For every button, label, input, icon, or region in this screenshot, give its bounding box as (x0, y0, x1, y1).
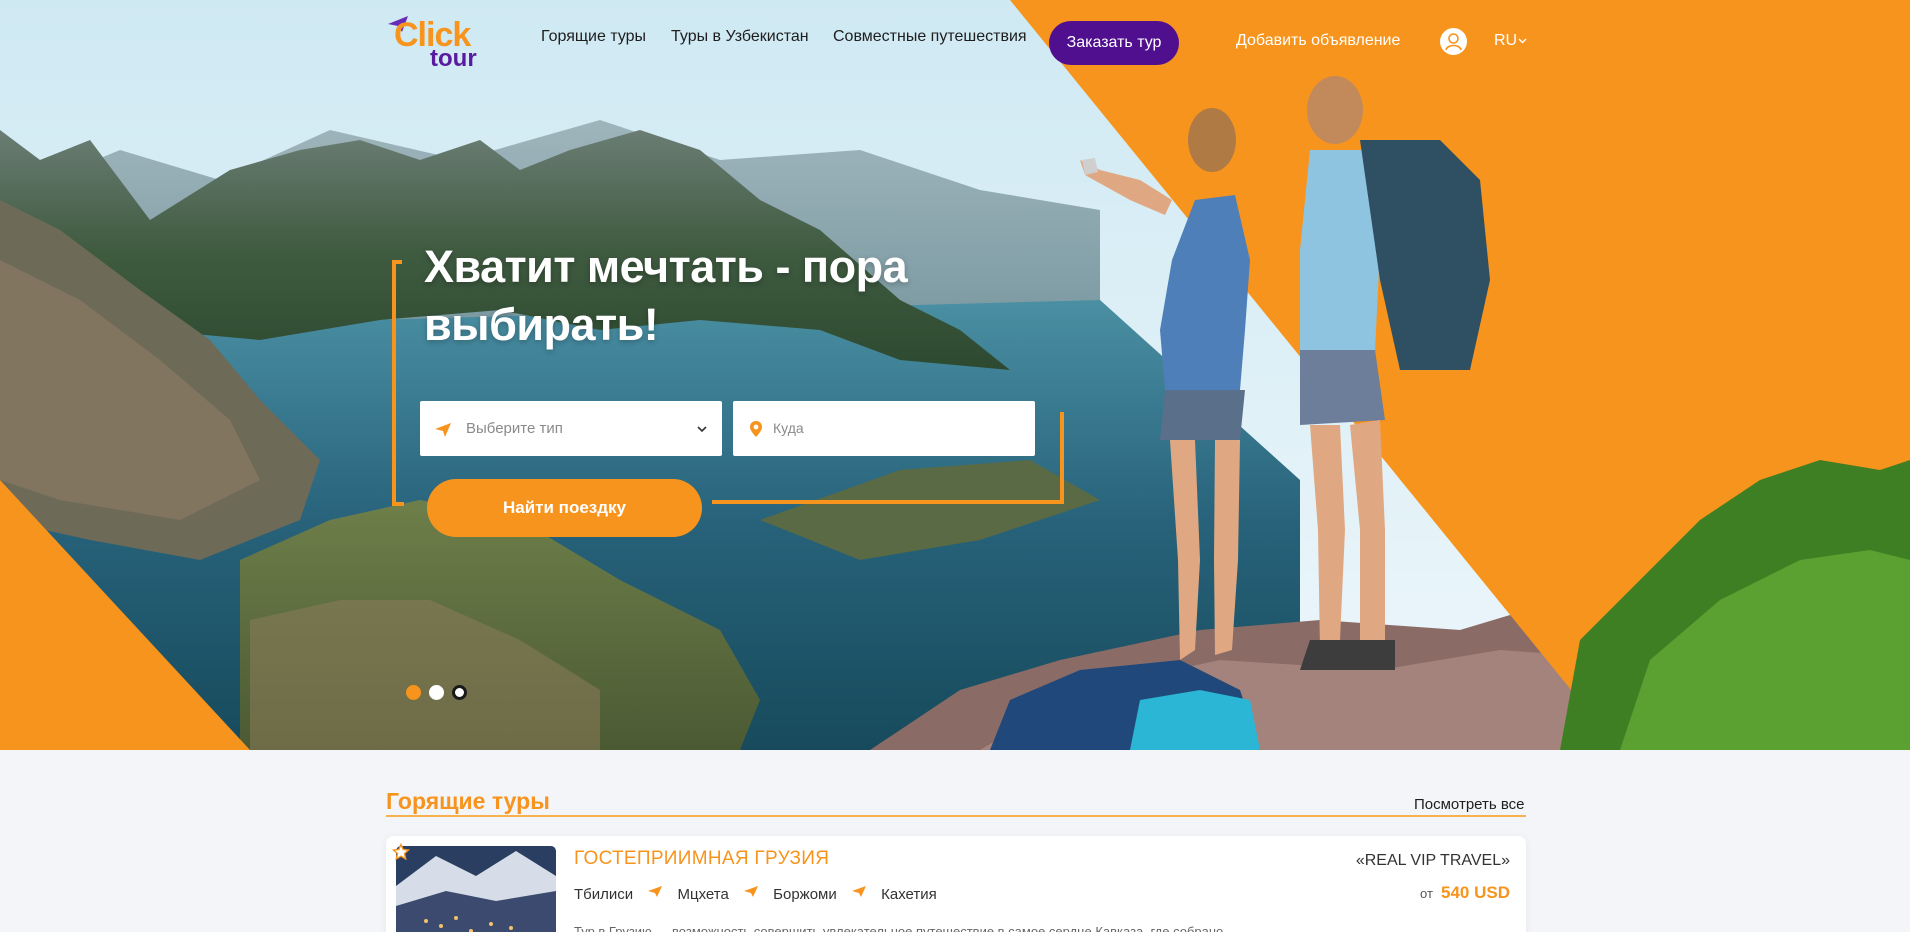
chevron-down-icon (697, 426, 707, 433)
hero-title: Хватит мечтать - пора выбирать! (424, 241, 908, 350)
favorite-star-icon[interactable] (392, 843, 410, 861)
plane-icon (648, 886, 663, 897)
see-all-link[interactable]: Посмотреть все (1414, 796, 1525, 813)
nav-hot-tours[interactable]: Горящие туры (541, 28, 646, 46)
section-divider (386, 815, 1526, 817)
hero-background-image (0, 0, 1910, 750)
order-tour-button[interactable]: Заказать тур (1049, 21, 1179, 65)
chevron-down-icon[interactable] (1518, 36, 1527, 45)
find-trip-button[interactable]: Найти поездку (427, 479, 702, 537)
tour-route: Тбилиси Мцхета Боржоми Кахетия (574, 884, 937, 903)
tour-description: Тур в Грузию — возможность совершить увл… (574, 924, 1224, 932)
logo-text-tour: tour (430, 45, 477, 72)
tour-title[interactable]: ГОСТЕПРИИМНАЯ ГРУЗИЯ (574, 848, 829, 870)
tour-type-select[interactable]: Выберите тип (420, 401, 722, 456)
destination-input[interactable]: Куда (733, 401, 1035, 456)
slider-dot-1[interactable] (406, 685, 421, 700)
nav-uzbekistan-tours[interactable]: Туры в Узбекистан (671, 28, 809, 46)
plane-icon (743, 886, 758, 897)
route-stop: Тбилиси (574, 885, 634, 903)
tour-type-placeholder: Выберите тип (466, 420, 563, 437)
hero-banner: Click tour Горящие туры Туры в Узбекиста… (0, 0, 1910, 750)
destination-placeholder: Куда (773, 420, 804, 436)
add-ad-link[interactable]: Добавить объявление (1236, 32, 1400, 50)
tour-image (396, 846, 556, 932)
plane-icon (851, 886, 866, 897)
user-account-icon[interactable] (1440, 28, 1467, 55)
price-prefix: от (1420, 886, 1433, 901)
route-stop: Кахетия (881, 885, 937, 903)
slider-dot-3[interactable] (452, 685, 467, 700)
nav-joint-travel[interactable]: Совместные путешествия (833, 28, 1027, 46)
route-stop: Мцхета (677, 885, 729, 903)
tour-card[interactable]: ГОСТЕПРИИМНАЯ ГРУЗИЯ Тбилиси Мцхета Борж… (386, 836, 1526, 932)
slider-dot-2[interactable] (429, 685, 444, 700)
plane-icon (435, 423, 451, 437)
tour-price: 540 USD (1441, 883, 1510, 902)
language-selector[interactable]: RU (1494, 32, 1517, 50)
tour-agency: «REAL VIP TRAVEL» (1355, 852, 1510, 869)
route-stop: Боржоми (773, 885, 837, 903)
hot-tours-title: Горящие туры (386, 788, 550, 814)
logo[interactable]: Click tour (386, 12, 478, 72)
location-pin-icon (750, 421, 762, 437)
